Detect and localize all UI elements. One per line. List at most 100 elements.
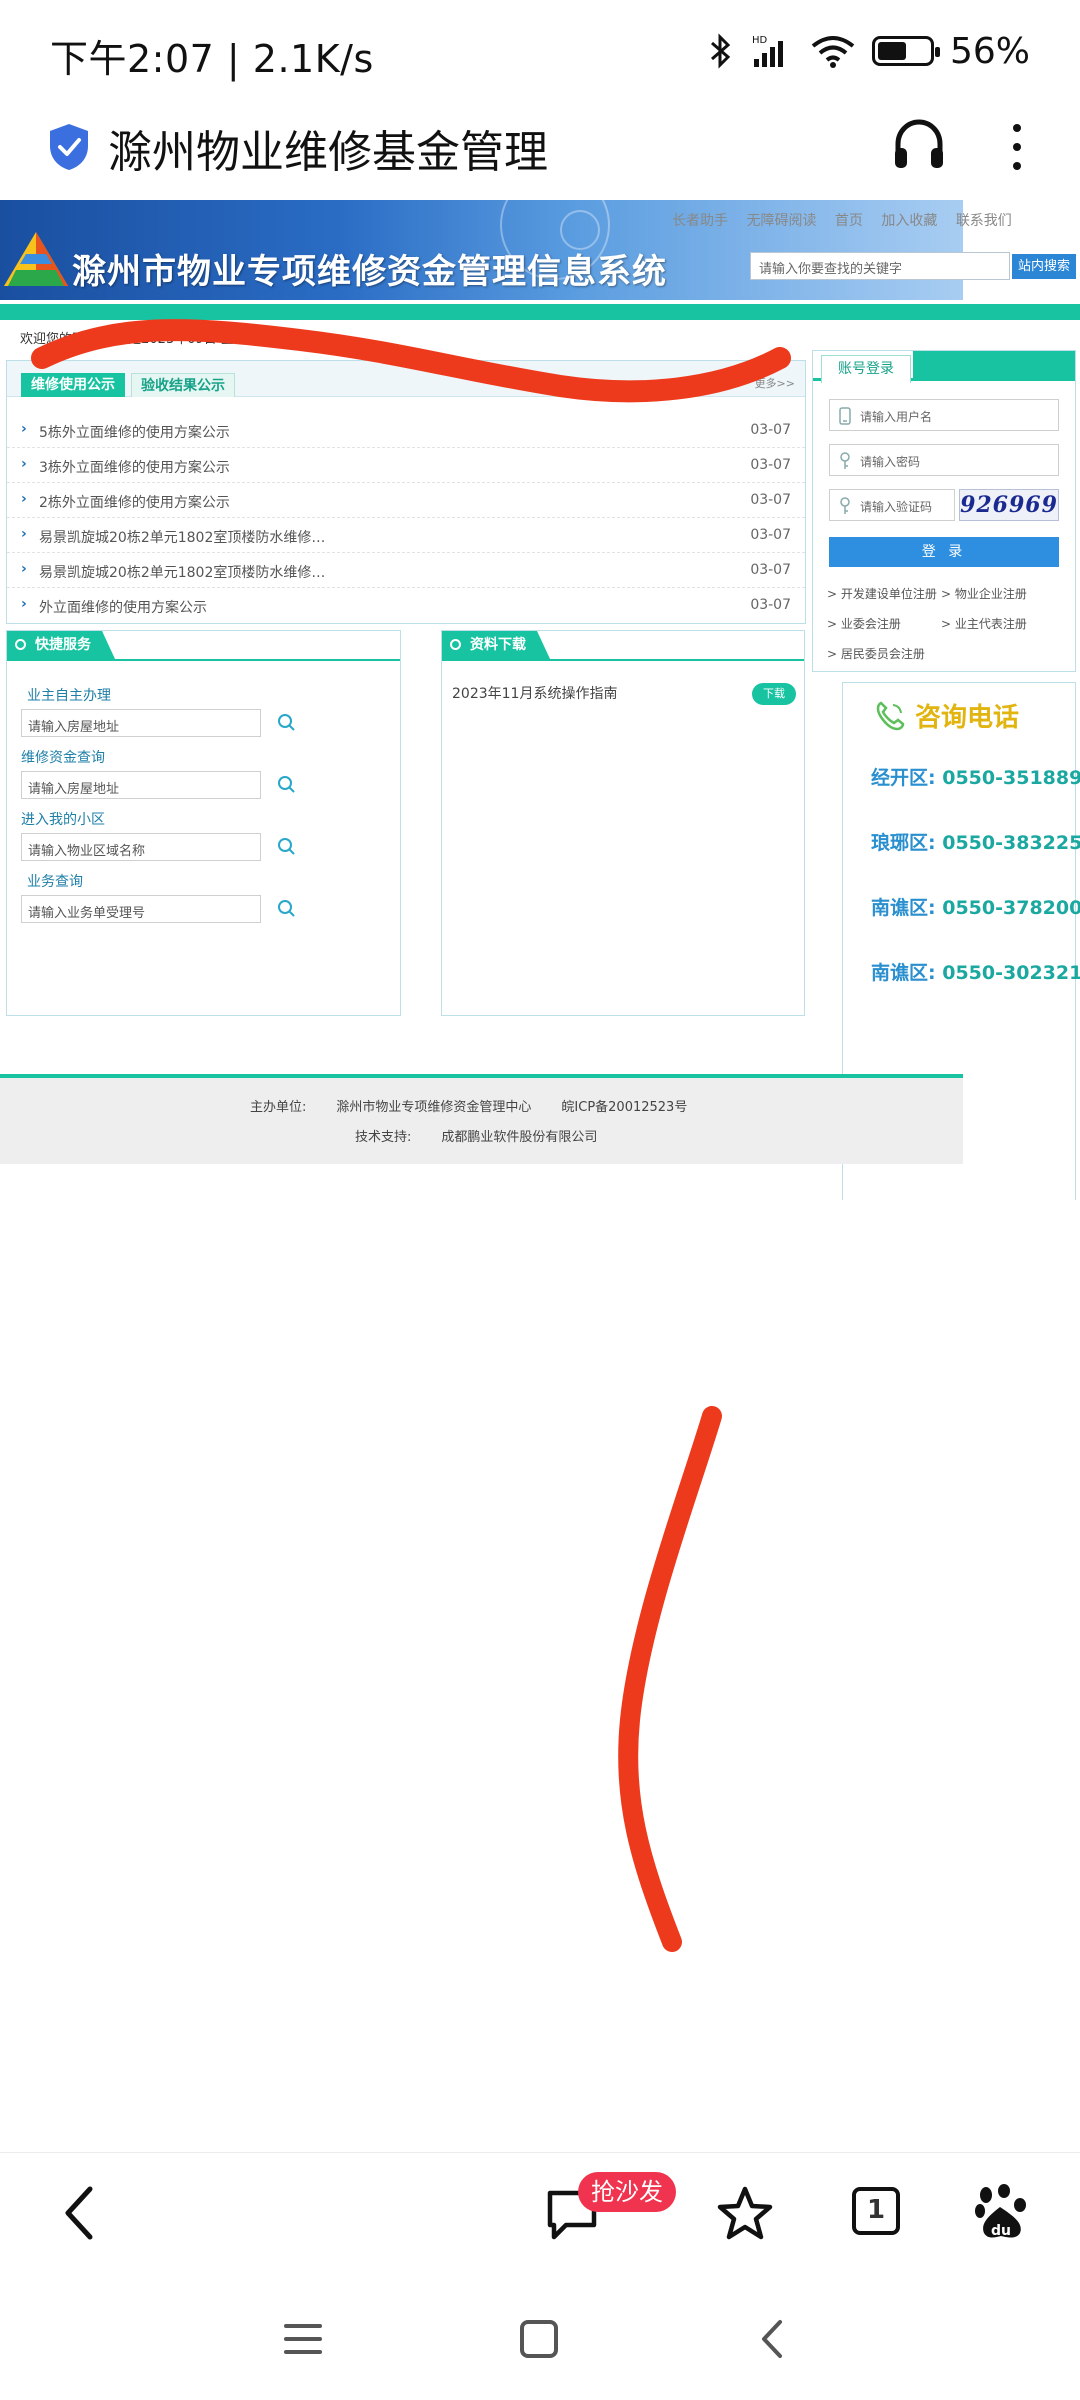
quick-label[interactable]: 进入我的小区: [21, 809, 105, 829]
search-icon[interactable]: [277, 713, 297, 733]
hotline-phone[interactable]: 0550-3518895: [942, 767, 1080, 789]
hotline-phone[interactable]: 0550-3782001: [942, 897, 1080, 919]
notice-date: 03-07: [750, 597, 791, 613]
web-page: 滁州市物业专项维修资金管理信息系统 长者助手 无障碍阅读 首页 加入收藏 联系我…: [0, 200, 1080, 1200]
quick-label[interactable]: 业主自主办理: [27, 685, 111, 705]
captcha-image[interactable]: 926969: [959, 489, 1059, 521]
house-address-input[interactable]: 请输入房屋地址: [21, 771, 261, 799]
battery-percent: 56%: [949, 30, 1030, 72]
download-button[interactable]: 下载: [752, 683, 796, 705]
quick-label[interactable]: 维修资金查询: [21, 747, 105, 767]
house-address-input[interactable]: 请输入房屋地址: [21, 709, 261, 737]
star-icon[interactable]: [716, 2185, 774, 2243]
notice-title[interactable]: 易景凯旋城20栋2单元1802室顶楼防水维修…: [39, 527, 325, 547]
notice-title[interactable]: 2栋外立面维修的使用方案公示: [39, 492, 230, 512]
login-button[interactable]: 登 录: [829, 537, 1059, 567]
menu-icon[interactable]: [282, 2318, 324, 2360]
downloads-header: 资料下载: [442, 631, 804, 661]
battery-fill: [877, 42, 906, 60]
list-item[interactable]: › 易景凯旋城20栋2单元1802室顶楼防水维修… 03-07: [7, 553, 805, 588]
notice-date: 03-07: [750, 527, 791, 543]
battery-icon: [871, 36, 940, 66]
quick-service-title-text: 快捷服务: [35, 637, 91, 653]
footer-icp[interactable]: 皖ICP备20012523号: [561, 1100, 687, 1115]
list-item[interactable]: › 外立面维修的使用方案公示 03-07: [7, 588, 805, 623]
hotline-row: 南谯区: 0550-3782001: [871, 893, 1080, 920]
notice-date: 03-07: [750, 457, 791, 473]
phone-call-icon: [876, 700, 905, 730]
business-number-input[interactable]: 请输入业务单受理号: [21, 895, 261, 923]
downloads-panel: 资料下载 2023年11月系统操作指南 下载: [441, 630, 805, 1016]
downloads-title: 资料下载: [442, 631, 550, 659]
hotline-area: 南谯区:: [871, 962, 936, 984]
quick-service-panel: 快捷服务 业主自主办理 请输入房屋地址 维修资金查询 请输入房屋地址 进入我的小…: [6, 630, 401, 1016]
captcha-placeholder: 请输入验证码: [860, 500, 933, 514]
system-navigation-bar: [0, 2278, 1080, 2400]
status-bar: 下午2:07 | 2.1K/s HD 56%: [0, 0, 1080, 104]
status-time: 下午2:07 | 2.1K/s: [50, 37, 374, 81]
captcha-field[interactable]: 请输入验证码: [829, 489, 955, 521]
link-developer-register[interactable]: > 开发建设单位注册: [827, 585, 937, 602]
notice-title[interactable]: 3栋外立面维修的使用方案公示: [39, 457, 230, 477]
notice-list: › 5栋外立面维修的使用方案公示 03-07 › 3栋外立面维修的使用方案公示 03-0…: [7, 413, 805, 623]
baidu-paw-icon[interactable]: du: [974, 2183, 1028, 2241]
quick-service-header: 快捷服务: [7, 631, 400, 661]
red-scribble-annotation: [31, 319, 791, 403]
link-owner-rep-register[interactable]: > 业主代表注册: [941, 615, 1027, 632]
notice-date: 03-07: [750, 492, 791, 508]
notice-title[interactable]: 易景凯旋城20栋2单元1802室顶楼防水维修…: [39, 562, 325, 582]
tabs-count-button[interactable]: 1: [852, 2187, 900, 2235]
footer-host-label: 主办单位:: [250, 1100, 307, 1115]
hotline-row: 琅琊区: 0550-3832253: [871, 828, 1080, 855]
phone-screen: 下午2:07 | 2.1K/s HD 56% 滁州物业维修基金管理 滁州市物业专…: [0, 0, 1080, 2400]
back-nav-icon[interactable]: [756, 2318, 788, 2360]
browser-title-bar[interactable]: 滁州物业维修基金管理: [0, 104, 1080, 190]
password-field[interactable]: 请输入密码: [829, 444, 1059, 476]
notice-date: 03-07: [750, 562, 791, 578]
home-icon[interactable]: [518, 2318, 560, 2360]
hotline-area: 经开区:: [871, 767, 936, 789]
circle-icon: [450, 639, 461, 650]
search-icon[interactable]: [277, 837, 297, 857]
hotline-row: 经开区: 0550-3518895: [871, 763, 1080, 790]
red-stroke-annotation: [618, 1406, 722, 1952]
footer-tech: 成都鹏业软件股份有限公司: [441, 1130, 598, 1145]
link-owners-committee-register[interactable]: > 业委会注册: [827, 615, 901, 632]
more-menu-icon[interactable]: [1000, 118, 1034, 176]
footer-host-row: 主办单位: 滁州市物业专项维修资金管理中心 皖ICP备20012523号: [250, 1096, 717, 1115]
list-item[interactable]: › 2栋外立面维修的使用方案公示 03-07: [7, 483, 805, 518]
quick-service-title: 快捷服务: [7, 631, 115, 659]
hotline-title-text: 咨询电话: [915, 703, 1020, 733]
search-icon[interactable]: [277, 775, 297, 795]
footer-tech-label: 技术支持:: [355, 1130, 412, 1145]
quick-label[interactable]: 业务查询: [27, 871, 83, 891]
property-area-input[interactable]: 请输入物业区域名称: [21, 833, 261, 861]
back-icon[interactable]: [60, 2183, 100, 2243]
signal-icon: HD: [752, 35, 783, 67]
hotline-row: 南谯区: 0550-3023215: [871, 958, 1080, 985]
download-item-title[interactable]: 2023年11月系统操作指南: [452, 686, 617, 702]
chevron-right-icon: ›: [21, 526, 27, 542]
chevron-right-icon: ›: [21, 456, 27, 472]
footer-tech-row: 技术支持: 成都鹏业软件股份有限公司: [355, 1126, 627, 1145]
hotline-phone[interactable]: 0550-3023215: [942, 962, 1080, 984]
list-item[interactable]: › 易景凯旋城20栋2单元1802室顶楼防水维修… 03-07: [7, 518, 805, 553]
wifi-icon: [811, 36, 855, 68]
hotline-area: 琅琊区:: [871, 832, 936, 854]
sofa-badge[interactable]: 抢沙发: [578, 2172, 676, 2212]
status-icons: HD 56%: [708, 26, 1030, 76]
headphones-icon[interactable]: [890, 116, 948, 174]
hotline-phone[interactable]: 0550-3832253: [942, 832, 1080, 854]
bluetooth-icon: [710, 33, 731, 69]
svg-text:du: du: [991, 2223, 1011, 2239]
list-item[interactable]: › 3栋外立面维修的使用方案公示 03-07: [7, 448, 805, 483]
link-property-register[interactable]: > 物业企业注册: [941, 585, 1027, 602]
link-residents-committee-register[interactable]: > 居民委员会注册: [827, 645, 925, 662]
browser-page-title[interactable]: 滁州物业维修基金管理: [108, 116, 548, 180]
search-icon[interactable]: [277, 899, 297, 919]
list-item: 2023年11月系统操作指南 下载: [452, 683, 796, 707]
browser-bottom-toolbar: 1 du: [0, 2152, 1080, 2278]
site-footer: 主办单位: 滁州市物业专项维修资金管理中心 皖ICP备20012523号 技术支持:…: [0, 1078, 963, 1164]
key-icon: [840, 497, 850, 514]
notice-title[interactable]: 外立面维修的使用方案公示: [39, 597, 207, 617]
